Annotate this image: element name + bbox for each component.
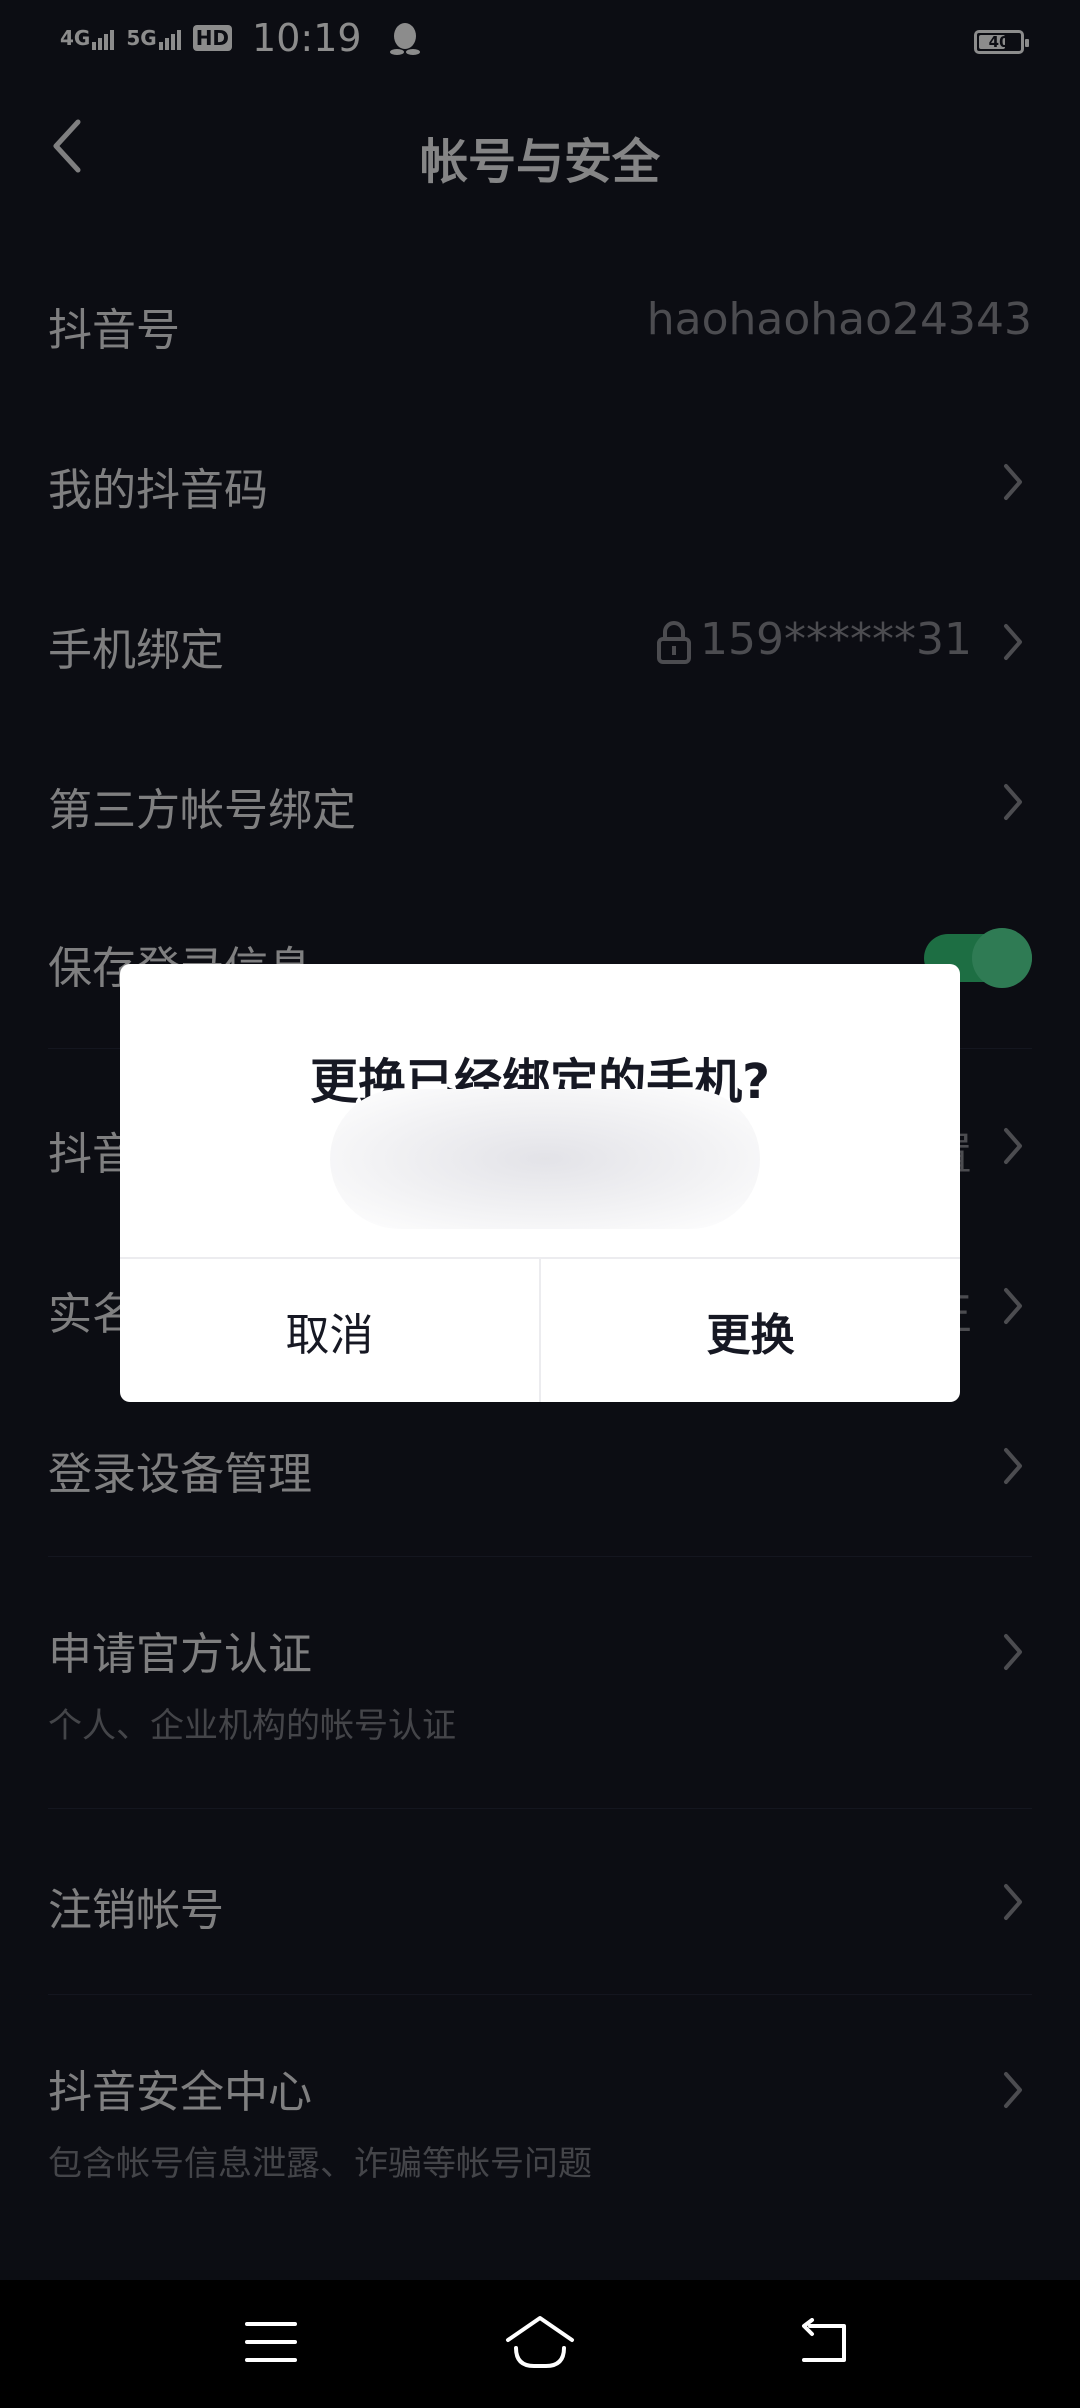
change-phone-dialog: 更换已经绑定的手机? 取消 更换 <box>120 964 960 1402</box>
cancel-button[interactable]: 取消 <box>120 1259 539 1402</box>
back-nav-icon[interactable] <box>796 2318 850 2366</box>
change-button[interactable]: 更换 <box>541 1259 960 1402</box>
redacted-content <box>330 1089 760 1229</box>
system-navigation-bar <box>0 2280 1080 2408</box>
menu-icon[interactable] <box>244 2318 298 2366</box>
home-icon[interactable] <box>504 2314 576 2370</box>
